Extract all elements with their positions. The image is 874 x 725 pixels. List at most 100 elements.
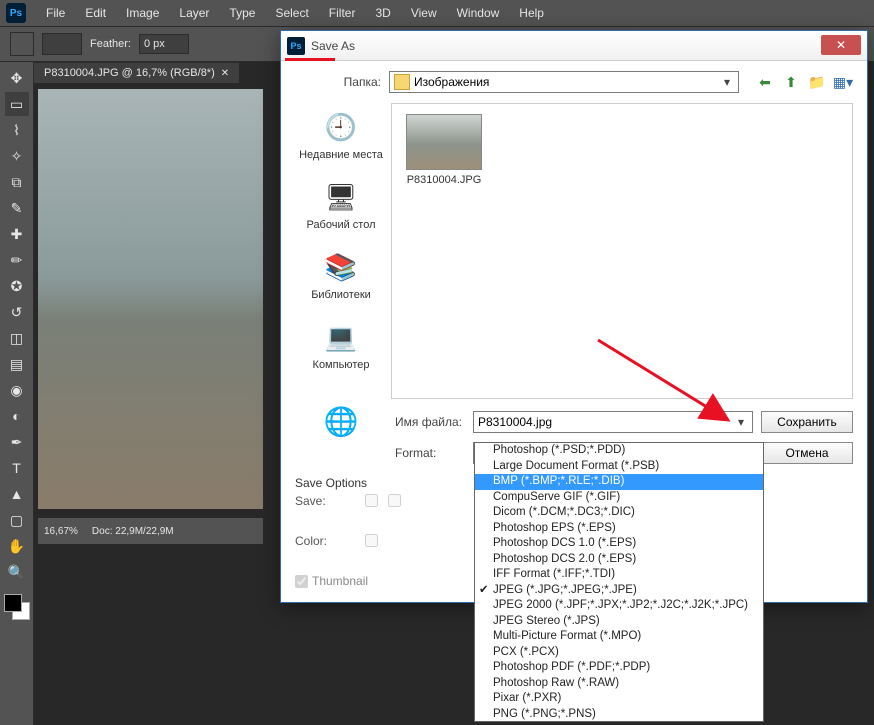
lasso-tool-icon[interactable]: ⌇ [5,118,29,142]
format-option[interactable]: CompuServe GIF (*.GIF) [475,490,763,506]
document-tab-label: P8310004.JPG @ 16,7% (RGB/8*) [44,67,215,79]
brush-tool-icon[interactable]: ✏ [5,248,29,272]
place-item[interactable]: 🕘 Недавние места [299,109,383,161]
view-menu-icon[interactable]: ▦▾ [833,72,853,92]
format-option[interactable]: JPEG Stereo (*.JPS) [475,614,763,630]
menu-help[interactable]: Help [509,6,554,20]
blur-tool-icon[interactable]: ◉ [5,378,29,402]
color-swatches[interactable] [4,594,30,620]
thumbnail-image [406,114,482,170]
pen-tool-icon[interactable]: ✒ [5,430,29,454]
eyedropper-tool-icon[interactable]: ✎ [5,196,29,220]
document-canvas[interactable] [38,89,263,509]
format-option[interactable]: IFF Format (*.IFF;*.TDI) [475,567,763,583]
file-thumbnail[interactable]: P8310004.JPG [402,114,486,186]
format-dropdown-list[interactable]: Photoshop (*.PSD;*.PDD)Large Document Fo… [474,442,764,722]
dialog-title: Save As [311,39,355,53]
color-checkbox-1[interactable] [365,534,378,547]
place-item[interactable]: 🖥Рабочий стол [306,179,375,231]
menu-3d[interactable]: 3D [365,6,400,20]
format-option[interactable]: ✔JPEG (*.JPG;*.JPEG;*.JPE) [475,583,763,599]
up-icon[interactable]: ⬆ [781,72,801,92]
doc-size: Doc: 22,9M/22,9M [92,526,174,537]
format-option[interactable]: Pixar (*.PXR) [475,691,763,707]
format-option[interactable]: Photoshop EPS (*.EPS) [475,521,763,537]
move-tool-icon[interactable]: ✥ [5,66,29,90]
status-bar: 16,67% Doc: 22,9M/22,9M [38,518,263,544]
clone-stamp-tool-icon[interactable]: ✪ [5,274,29,298]
file-list[interactable]: P8310004.JPG [391,103,853,399]
hand-tool-icon[interactable]: ✋ [5,534,29,558]
save-checkbox-1[interactable] [365,494,378,507]
format-option[interactable]: Photoshop DCS 2.0 (*.EPS) [475,552,763,568]
place-icon: 📚 [323,249,359,285]
fg-color-swatch[interactable] [4,594,22,612]
close-button[interactable]: ✕ [821,35,861,55]
dodge-tool-icon[interactable]: ◐ [5,404,29,428]
menu-select[interactable]: Select [265,6,318,20]
menu-window[interactable]: Window [447,6,510,20]
healing-brush-tool-icon[interactable]: ✚ [5,222,29,246]
place-icon: 🖥 [323,179,359,215]
magic-wand-tool-icon[interactable]: ✧ [5,144,29,168]
crop-tool-icon[interactable]: ⧉ [5,170,29,194]
save-row-label: Save: [295,494,355,508]
folder-label: Папка: [295,75,381,89]
feather-input[interactable] [139,34,189,54]
folder-value: Изображения [414,75,489,89]
gradient-tool-icon[interactable]: ▤ [5,352,29,376]
format-option[interactable]: Multi-Picture Format (*.MPO) [475,629,763,645]
close-tab-icon[interactable]: ✕ [221,68,229,79]
new-folder-icon[interactable]: 📁 [807,72,827,92]
zoom-tool-icon[interactable]: 🔍 [5,560,29,584]
format-option[interactable]: PNG (*.PNG;*.PNS) [475,707,763,723]
dialog-titlebar[interactable]: Ps Save As ✕ [281,31,867,61]
menu-edit[interactable]: Edit [75,6,116,20]
format-option[interactable]: Photoshop DCS 1.0 (*.EPS) [475,536,763,552]
marquee-tool-icon[interactable]: ▭ [5,92,29,116]
format-option[interactable]: Large Document Format (*.PSB) [475,459,763,475]
photoshop-logo: Ps [6,3,26,23]
zoom-level[interactable]: 16,67% [44,526,78,537]
format-option[interactable]: Photoshop Raw (*.RAW) [475,676,763,692]
toolbox: ✥ ▭ ⌇ ✧ ⧉ ✎ ✚ ✏ ✪ ↺ ◫ ▤ ◉ ◐ ✒ T ▲ ▢ ✋ 🔍 [0,62,34,725]
eraser-tool-icon[interactable]: ◫ [5,326,29,350]
place-label: Компьютер [313,359,370,371]
place-label: Недавние места [299,149,383,161]
back-icon[interactable]: ⬅ [755,72,775,92]
menu-view[interactable]: View [401,6,447,20]
format-option[interactable]: JPEG 2000 (*.JPF;*.JPX;*.JP2;*.J2C;*.J2K… [475,598,763,614]
menu-type[interactable]: Type [219,6,265,20]
menu-file[interactable]: File [36,6,75,20]
filename-input[interactable]: P8310004.jpg ▾ [473,411,753,433]
format-option[interactable]: Dicom (*.DCM;*.DC3;*.DIC) [475,505,763,521]
format-option[interactable]: PCX (*.PCX) [475,645,763,661]
photoshop-icon: Ps [287,37,305,55]
menu-image[interactable]: Image [116,6,169,20]
type-tool-icon[interactable]: T [5,456,29,480]
save-checkbox-2[interactable] [388,494,401,507]
place-item[interactable]: 💻Компьютер [313,319,370,371]
path-select-tool-icon[interactable]: ▲ [5,482,29,506]
cancel-button[interactable]: Отмена [761,442,853,464]
color-row-label: Color: [295,534,355,548]
tool-preset-icon[interactable] [10,32,34,56]
place-icon: 🕘 [323,109,359,145]
chevron-down-icon[interactable]: ▾ [733,414,749,430]
format-option[interactable]: BMP (*.BMP;*.RLE;*.DIB) [475,474,763,490]
place-item[interactable]: 📚Библиотеки [311,249,371,301]
format-option[interactable]: Photoshop PDF (*.PDF;*.PDP) [475,660,763,676]
places-bar: 🕘 Недавние места 🖥Рабочий стол 📚Библиотеки 💻… [295,103,387,399]
menu-layer[interactable]: Layer [169,6,219,20]
chevron-down-icon[interactable]: ▾ [719,74,735,90]
folder-icon [394,74,410,90]
menu-filter[interactable]: Filter [319,6,366,20]
shape-tool-icon[interactable]: ▢ [5,508,29,532]
history-brush-tool-icon[interactable]: ↺ [5,300,29,324]
document-tab[interactable]: P8310004.JPG @ 16,7% (RGB/8*) ✕ [34,62,239,83]
folder-combo[interactable]: Изображения ▾ [389,71,739,93]
network-icon[interactable]: 🌐 [324,405,359,438]
save-button[interactable]: Сохранить [761,411,853,433]
marquee-mode-group[interactable] [42,33,82,55]
format-option[interactable]: Photoshop (*.PSD;*.PDD) [475,443,763,459]
